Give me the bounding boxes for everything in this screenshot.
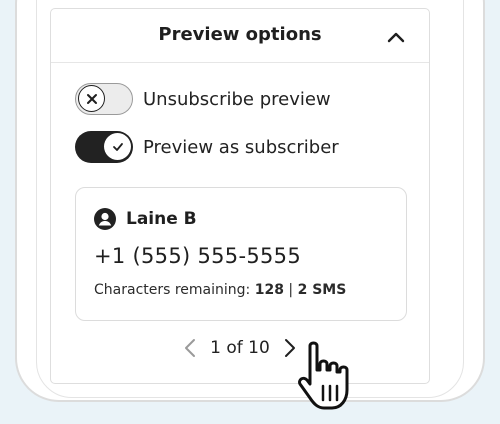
separator: | (288, 282, 294, 298)
person-circle-icon (94, 208, 116, 230)
preview-as-subscriber-label: Preview as subscriber (143, 136, 339, 158)
pager-count: 1 of 10 (210, 338, 270, 358)
sms-count: 2 SMS (297, 282, 347, 298)
subscriber-name: Laine B (126, 209, 197, 229)
collapse-button[interactable] (385, 27, 407, 47)
characters-remaining-count: 128 (254, 282, 284, 298)
chevron-left-icon (185, 339, 196, 357)
toggle-knob (78, 85, 105, 112)
pager: 1 of 10 (51, 335, 429, 361)
x-icon (86, 93, 97, 104)
subscriber-card: Laine B +1 (555) 555-5555 Characters rem… (75, 187, 407, 321)
unsubscribe-preview-label: Unsubscribe preview (143, 88, 331, 110)
toggle-knob (104, 133, 131, 160)
panel-title: Preview options (158, 24, 322, 45)
unsubscribe-preview-row: Unsubscribe preview (75, 82, 331, 116)
preview-as-subscriber-row: Preview as subscriber (75, 130, 339, 164)
subscriber-phone: +1 (555) 555-5555 (94, 244, 301, 268)
subscriber-name-row: Laine B (94, 208, 197, 230)
chevron-up-icon (387, 32, 405, 43)
check-icon (112, 142, 123, 151)
preview-options-header[interactable]: Preview options (51, 9, 429, 63)
characters-remaining: Characters remaining: 128 | 2 SMS (94, 282, 346, 298)
characters-remaining-label: Characters remaining: (94, 282, 251, 298)
unsubscribe-preview-toggle[interactable] (75, 83, 133, 115)
chevron-right-icon (284, 339, 295, 357)
hand-pointer-icon (298, 341, 349, 410)
preview-as-subscriber-toggle[interactable] (75, 131, 133, 163)
preview-options-panel: Preview options Unsubscribe preview Prev… (50, 8, 430, 384)
previous-button[interactable] (178, 335, 202, 361)
